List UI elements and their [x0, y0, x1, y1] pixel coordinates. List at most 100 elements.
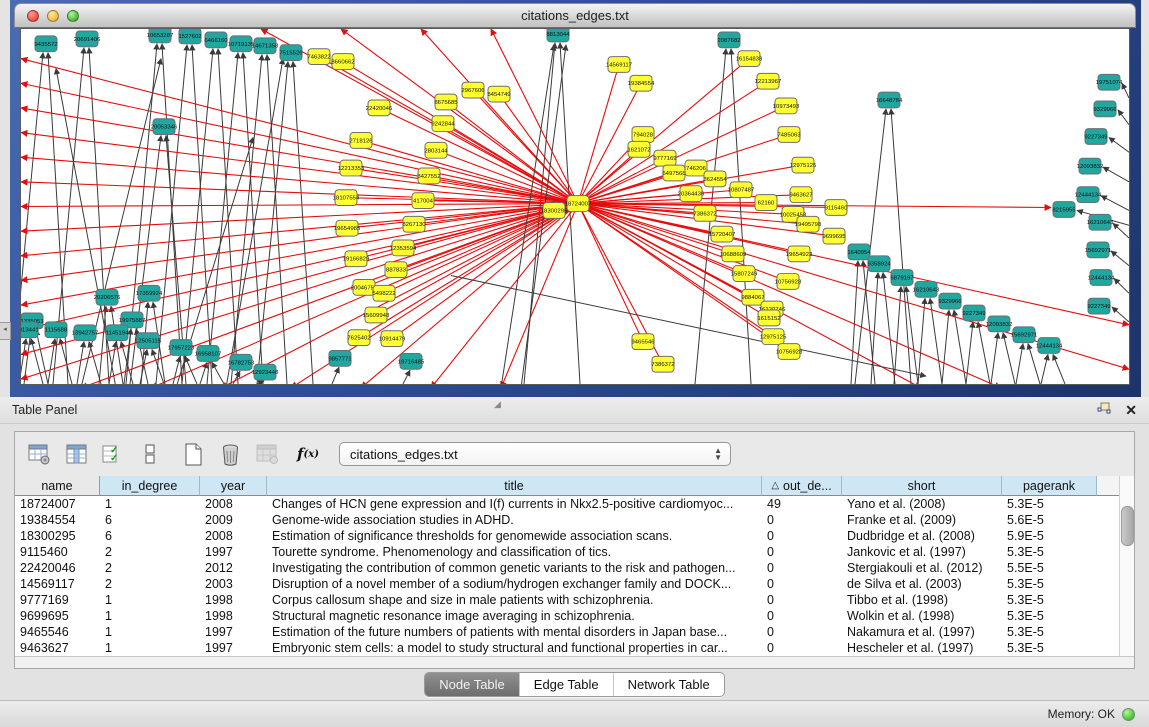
- node-9329966[interactable]: 9329966: [938, 293, 962, 309]
- node-7515526[interactable]: 7515526: [279, 45, 303, 61]
- cell-name[interactable]: 18300295: [15, 528, 100, 544]
- selected-node-19166829[interactable]: 19166829: [343, 251, 370, 267]
- cell-in-degree[interactable]: 6: [100, 528, 200, 544]
- cell-out-de-[interactable]: 0: [762, 592, 842, 608]
- selected-node-14569117[interactable]: 14569117: [606, 57, 632, 73]
- selected-node-1615152[interactable]: 1615152: [757, 310, 780, 326]
- selected-node-8267130[interactable]: 8267130: [402, 216, 426, 232]
- cell-year[interactable]: 2012: [200, 560, 267, 576]
- node-12505115[interactable]: 12505115: [135, 333, 162, 349]
- node-15692971[interactable]: 15692971: [1085, 242, 1112, 258]
- selected-node-15807249[interactable]: 15807249: [731, 266, 758, 282]
- cell-short[interactable]: Yano et al. (2008): [842, 496, 1002, 512]
- node-16782753[interactable]: 16782753: [228, 354, 255, 370]
- selected-node-10807487[interactable]: 10807487: [728, 182, 755, 198]
- cell-title[interactable]: Embryonic stem cells: a model to study s…: [267, 640, 762, 656]
- cell-pagerank[interactable]: 5.3E-5: [1002, 576, 1097, 592]
- node-9227349[interactable]: 9227349: [1087, 298, 1111, 314]
- cell-short[interactable]: Wolkin et al. (1998): [842, 608, 1002, 624]
- table-row[interactable]: 1938455462009Genome-wide association stu…: [15, 512, 1134, 528]
- cell-short[interactable]: Nakamura et al. (1997): [842, 624, 1002, 640]
- selected-node-9463627[interactable]: 9463627: [789, 187, 812, 203]
- selected-node-7485063[interactable]: 7485063: [777, 127, 801, 143]
- selected-node-15720407[interactable]: 15720407: [709, 226, 736, 242]
- network-window-titlebar[interactable]: citations_edges.txt: [14, 3, 1136, 28]
- close-panel-icon[interactable]: ✕: [1125, 402, 1137, 419]
- cell-pagerank[interactable]: 5.3E-5: [1002, 624, 1097, 640]
- tab-network-table[interactable]: Network Table: [613, 673, 724, 696]
- node-9358924[interactable]: 9358924: [867, 256, 891, 272]
- column-header-out-de-[interactable]: △out_de...: [762, 476, 842, 496]
- cell-in-degree[interactable]: 1: [100, 592, 200, 608]
- horizontal-scrollbar[interactable]: [15, 656, 1134, 668]
- node-12444134[interactable]: 12444134: [1075, 187, 1102, 203]
- node-9329966[interactable]: 9329966: [1093, 101, 1117, 117]
- float-panel-icon[interactable]: [1097, 402, 1111, 418]
- cell-title[interactable]: Tourette syndrome. Phenomenology and cla…: [267, 544, 762, 560]
- node-12923448[interactable]: 12923448: [252, 364, 279, 380]
- cell-title[interactable]: Changes of HCN gene expression and I(f) …: [267, 496, 762, 512]
- selected-node-10973493[interactable]: 10973493: [773, 98, 800, 114]
- cell-in-degree[interactable]: 1: [100, 640, 200, 656]
- cell-short[interactable]: Jankovic et al. (1997): [842, 544, 1002, 560]
- show-column-icon[interactable]: [64, 442, 88, 466]
- node-1145194[interactable]: 1145194: [106, 325, 130, 341]
- cell-pagerank[interactable]: 5.3E-5: [1002, 496, 1097, 512]
- network-view-canvas[interactable]: 1872400718300295224200462718126122133531…: [20, 28, 1130, 385]
- cell-out-de-[interactable]: 0: [762, 608, 842, 624]
- table-row[interactable]: 946362711997Embryonic stem cells: a mode…: [15, 640, 1134, 656]
- cell-year[interactable]: 1998: [200, 592, 267, 608]
- selected-node-10914479[interactable]: 10914479: [379, 331, 406, 347]
- selected-node-16154838[interactable]: 16154838: [736, 51, 763, 67]
- splitter-grip-icon[interactable]: ◢: [494, 399, 501, 410]
- cell-name[interactable]: 19384554: [15, 512, 100, 528]
- memory-status-icon[interactable]: [1122, 708, 1135, 721]
- selected-node-19654985[interactable]: 19654985: [334, 220, 361, 236]
- column-header-year[interactable]: year: [200, 476, 267, 496]
- cell-year[interactable]: 1997: [200, 640, 267, 656]
- node-15692971[interactable]: 15692971: [1011, 327, 1038, 343]
- cell-in-degree[interactable]: 6: [100, 512, 200, 528]
- column-header-short[interactable]: short: [842, 476, 1002, 496]
- cell-title[interactable]: Estimation of the future numbers of pati…: [267, 624, 762, 640]
- cell-title[interactable]: Estimation of significance thresholds fo…: [267, 528, 762, 544]
- cell-short[interactable]: Tibbo et al. (1998): [842, 592, 1002, 608]
- selected-node-2967606[interactable]: 2967606: [461, 82, 485, 98]
- node-10653287[interactable]: 10653287: [147, 29, 174, 43]
- cell-short[interactable]: Hescheler et al. (1997): [842, 640, 1002, 656]
- selected-node-2718126[interactable]: 2718126: [349, 133, 373, 149]
- selected-node-10688609[interactable]: 10688609: [720, 246, 747, 262]
- cell-year[interactable]: 2008: [200, 528, 267, 544]
- cell-out-de-[interactable]: 0: [762, 544, 842, 560]
- column-header-pagerank[interactable]: pagerank: [1002, 476, 1097, 496]
- node-20691406[interactable]: 20691406: [74, 31, 101, 47]
- table-row[interactable]: 1456911722003Disruption of a novel membe…: [15, 576, 1134, 592]
- selected-node-19654923[interactable]: 19654923: [786, 246, 813, 262]
- node-6466160[interactable]: 6466160: [204, 32, 228, 48]
- new-table-icon[interactable]: [181, 442, 205, 466]
- cell-short[interactable]: Stergiakouli et al. (2012): [842, 560, 1002, 576]
- selected-node-5498222[interactable]: 5498222: [372, 285, 395, 301]
- selected-node-62160[interactable]: 62160: [755, 195, 777, 211]
- selected-node-10756928[interactable]: 10756928: [775, 274, 802, 290]
- node-17957223[interactable]: 17957223: [168, 340, 195, 356]
- cell-out-de-[interactable]: 0: [762, 624, 842, 640]
- cell-out-de-[interactable]: 0: [762, 640, 842, 656]
- citation-network-graph[interactable]: 1872400718300295224200462718126122133531…: [21, 29, 1129, 384]
- selected-node-8675685[interactable]: 8675685: [434, 94, 458, 110]
- cell-pagerank[interactable]: 5.3E-5: [1002, 592, 1097, 608]
- cell-short[interactable]: Franke et al. (2009): [842, 512, 1002, 528]
- function-builder-icon[interactable]: f(x): [296, 442, 320, 466]
- table-row[interactable]: 969969511998Structural magnetic resonanc…: [15, 608, 1134, 624]
- selected-node-12975125[interactable]: 12975125: [760, 329, 787, 345]
- selected-node-18107554[interactable]: 18107554: [333, 190, 360, 206]
- cell-pagerank[interactable]: 5.3E-5: [1002, 640, 1097, 656]
- node-19716485[interactable]: 19716485: [398, 353, 425, 369]
- node-12444134[interactable]: 12444134: [1088, 270, 1115, 286]
- selected-node-18300295[interactable]: 18300295: [541, 203, 568, 219]
- selected-node-22420046[interactable]: 22420046: [366, 100, 393, 116]
- cell-year[interactable]: 2008: [200, 496, 267, 512]
- selected-node-2803144[interactable]: 2803144: [424, 142, 448, 158]
- selected-node-6497568[interactable]: 6497568: [662, 165, 686, 181]
- selected-node-12353594[interactable]: 12353594: [390, 240, 417, 256]
